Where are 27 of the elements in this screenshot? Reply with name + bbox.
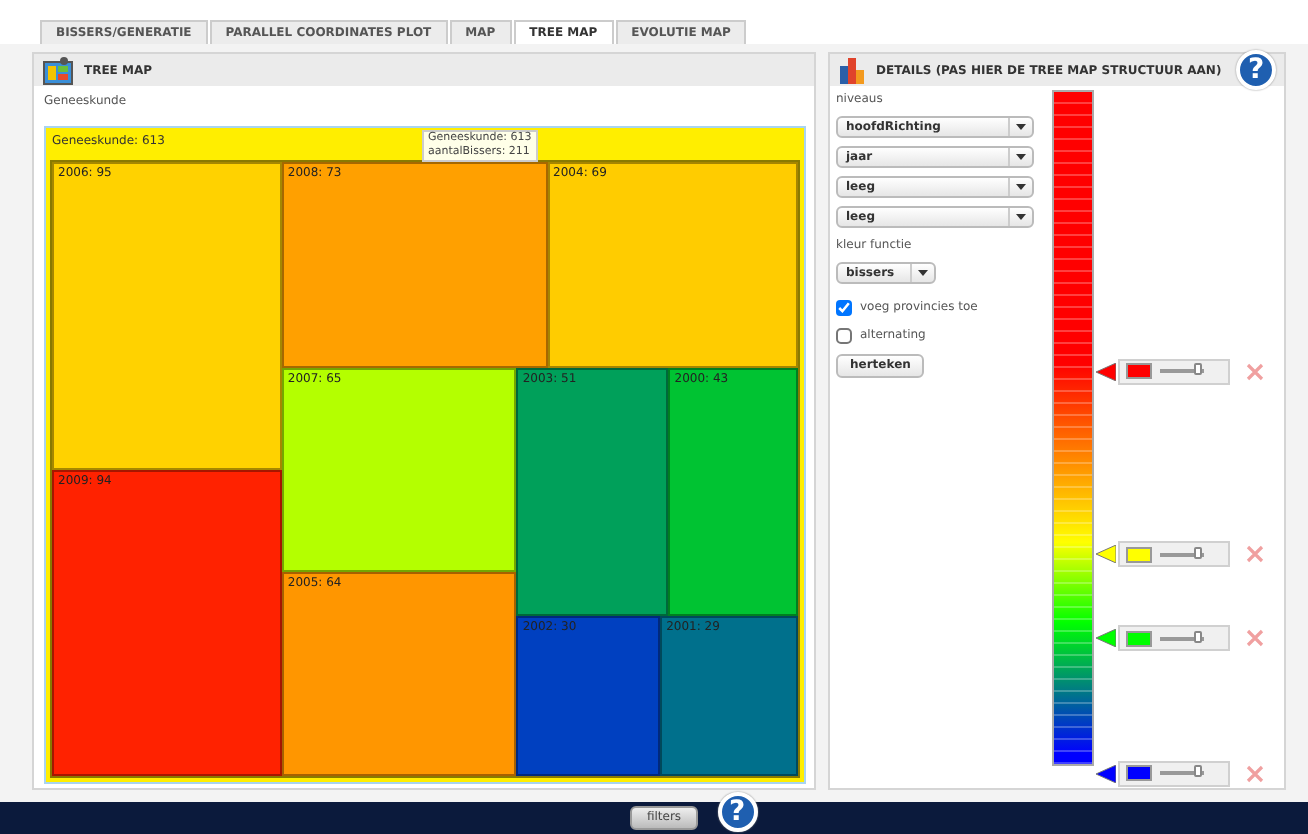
help-button[interactable]: ? bbox=[1236, 50, 1276, 90]
remove-icon[interactable] bbox=[1246, 362, 1264, 381]
slider-thumb[interactable] bbox=[1193, 546, 1202, 559]
slider-thumb[interactable] bbox=[1193, 630, 1202, 643]
remove-icon[interactable] bbox=[1246, 764, 1264, 783]
marker-icon bbox=[1096, 362, 1116, 381]
slider-track[interactable] bbox=[1160, 552, 1204, 557]
marker-icon bbox=[1096, 629, 1116, 648]
caret-icon bbox=[916, 265, 930, 280]
bar-chart-icon bbox=[838, 54, 866, 86]
marker-icon bbox=[1096, 545, 1116, 564]
marker-icon bbox=[1096, 764, 1116, 783]
checkbox[interactable] bbox=[836, 327, 852, 343]
checkbox[interactable] bbox=[836, 299, 852, 315]
slider-track[interactable] bbox=[1160, 771, 1204, 776]
slider-thumb[interactable] bbox=[1193, 765, 1202, 778]
help-button[interactable]: ? bbox=[717, 792, 758, 832]
color-swatch[interactable] bbox=[1126, 546, 1152, 563]
remove-icon[interactable] bbox=[1246, 629, 1264, 648]
treemap-icon bbox=[42, 55, 74, 85]
slider-track[interactable] bbox=[1160, 369, 1204, 374]
color-swatch[interactable] bbox=[1126, 630, 1152, 647]
slider-thumb[interactable] bbox=[1193, 363, 1202, 376]
color-swatch[interactable] bbox=[1126, 363, 1152, 380]
remove-icon[interactable] bbox=[1246, 545, 1264, 564]
color-swatch[interactable] bbox=[1126, 765, 1152, 782]
slider-track[interactable] bbox=[1160, 636, 1204, 641]
